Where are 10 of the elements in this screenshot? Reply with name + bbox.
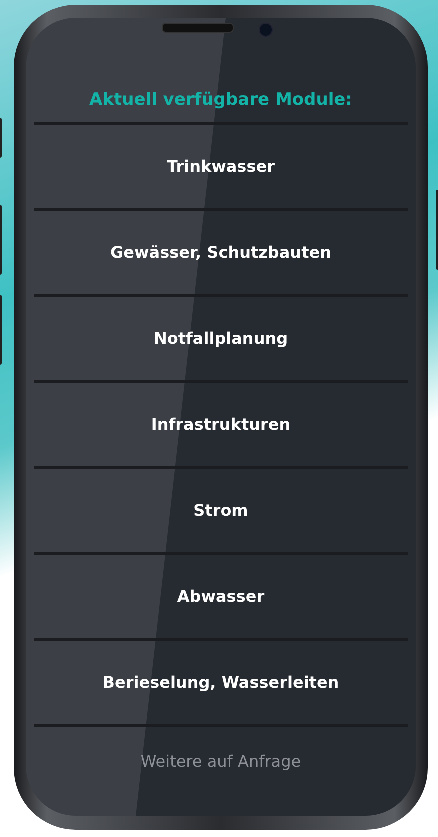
module-label: Notfallplanung [154, 329, 288, 348]
module-label: Abwasser [177, 587, 265, 606]
module-label: Trinkwasser [167, 157, 275, 176]
footer-note: Weitere auf Anfrage [140, 752, 302, 771]
heading: Aktuell verfügbare Module: [34, 90, 408, 125]
module-label: Infrastrukturen [151, 415, 291, 434]
module-label: Berieselung, Wasserleiten [102, 673, 340, 692]
module-label: Gewässer, Schutzbauten [110, 243, 332, 262]
speaker-grille [162, 23, 234, 33]
module-label: Strom [194, 501, 248, 520]
